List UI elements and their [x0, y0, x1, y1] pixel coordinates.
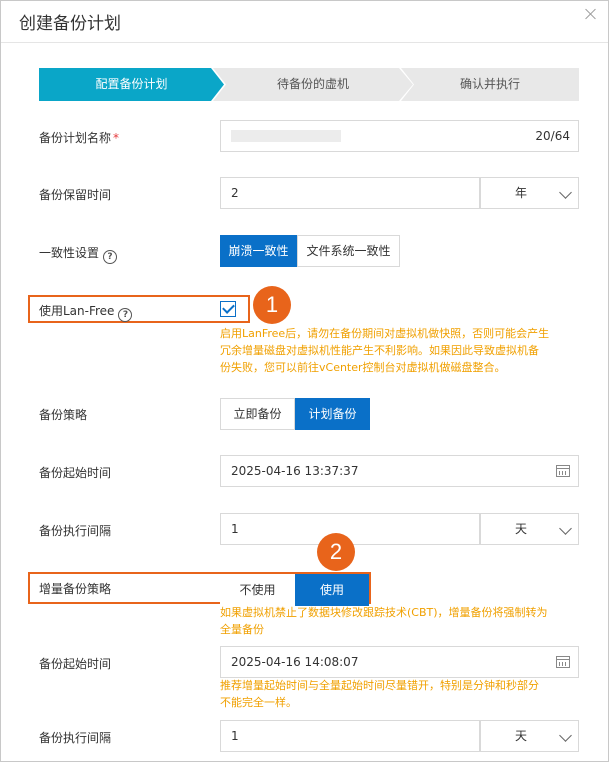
plan-name-value-redacted	[231, 130, 341, 142]
start-time-input[interactable]: 2025-04-16 13:37:37	[220, 455, 579, 487]
lanfree-warning: 启用LanFree后，请勿在备份期间对虚拟机做快照，否则可能会产生 冗余增量磁盘…	[220, 325, 549, 376]
fs-consistency-button[interactable]: 文件系统一致性	[297, 235, 400, 267]
inc-interval-unit-value: 天	[515, 729, 528, 743]
inc-start-time-value: 2025-04-16 14:08:07	[231, 655, 359, 669]
incremental-warning-line: 全量备份	[220, 623, 264, 636]
consistency-label-text: 一致性设置	[39, 246, 100, 260]
inc-start-time-input[interactable]: 2025-04-16 14:08:07	[220, 646, 579, 678]
annotation-badge-2: 2	[317, 533, 355, 571]
inc-start-time-label: 备份起始时间	[39, 657, 112, 671]
retention-input[interactable]: 2	[220, 177, 480, 209]
plan-name-label-text: 备份计划名称	[39, 131, 112, 145]
retention-unit-select[interactable]: 年	[480, 177, 579, 209]
chevron-down-icon	[559, 729, 572, 742]
chevron-down-icon	[559, 522, 572, 535]
retention-unit-value: 年	[515, 186, 528, 200]
inc-start-warning-line: 不能完全一样。	[220, 696, 297, 709]
interval-label: 备份执行间隔	[39, 524, 112, 538]
dialog-title: 创建备份计划	[19, 14, 121, 34]
incremental-on-button[interactable]: 使用	[295, 574, 369, 606]
step-confirm: 确认并执行	[401, 68, 579, 101]
lanfree-warning-line: 启用LanFree后，请勿在备份期间对虚拟机做快照，否则可能会产生	[220, 327, 550, 340]
calendar-icon[interactable]	[556, 656, 570, 668]
incremental-off-button[interactable]: 不使用	[220, 574, 295, 606]
consistency-label: 一致性设置?	[39, 244, 118, 264]
lanfree-warning-line: 份失败，您可以前往vCenter控制台对虚拟机做磁盘整合。	[220, 361, 506, 374]
calendar-icon[interactable]	[556, 465, 570, 477]
retention-label: 备份保留时间	[39, 188, 112, 202]
crash-consistency-button[interactable]: 崩溃一致性	[220, 235, 297, 267]
incremental-warning: 如果虚拟机禁止了数据块修改跟踪技术(CBT)，增量备份将强制转为 全量备份	[220, 604, 548, 638]
plan-name-input[interactable]: 20/64	[220, 120, 579, 152]
chevron-down-icon	[559, 186, 572, 199]
steps-bar: 配置备份计划 待备份的虚机 确认并执行	[39, 68, 579, 101]
annotation-badge-1: 1	[253, 286, 291, 324]
lanfree-label-text: 使用Lan-Free	[39, 304, 115, 318]
header-divider	[1, 42, 608, 43]
strategy-label: 备份策略	[39, 408, 88, 422]
inc-interval-input[interactable]: 1	[220, 720, 480, 752]
step-select-vms: 待备份的虚机	[213, 68, 413, 101]
start-time-value: 2025-04-16 13:37:37	[231, 464, 359, 478]
step-configure: 配置备份计划	[39, 68, 224, 101]
create-backup-plan-dialog: 创建备份计划 配置备份计划 待备份的虚机 确认并执行 备份计划名称 * 20/64…	[0, 0, 609, 762]
incremental-label: 增量备份策略	[39, 582, 112, 596]
inc-start-time-warning: 推荐增量起始时间与全量起始时间尽量错开，特别是分钟和秒部分 不能完全一样。	[220, 677, 539, 711]
inc-interval-label: 备份执行间隔	[39, 731, 112, 745]
plan-name-label: 备份计划名称 *	[39, 129, 119, 146]
required-mark: *	[113, 131, 120, 145]
interval-unit-select[interactable]: 天	[480, 513, 579, 545]
lanfree-label: 使用Lan-Free?	[39, 302, 133, 322]
char-counter: 20/64	[535, 129, 570, 143]
help-icon[interactable]: ?	[118, 308, 133, 322]
inc-interval-unit-select[interactable]: 天	[480, 720, 579, 752]
close-icon[interactable]	[584, 7, 598, 21]
immediate-backup-button[interactable]: 立即备份	[220, 398, 295, 430]
inc-start-warning-line: 推荐增量起始时间与全量起始时间尽量错开，特别是分钟和秒部分	[220, 679, 539, 692]
help-icon[interactable]: ?	[103, 250, 118, 264]
start-time-label: 备份起始时间	[39, 466, 112, 480]
lanfree-checkbox[interactable]	[220, 301, 236, 317]
scheduled-backup-button[interactable]: 计划备份	[295, 398, 370, 430]
interval-unit-value: 天	[515, 522, 528, 536]
incremental-warning-line: 如果虚拟机禁止了数据块修改跟踪技术(CBT)，增量备份将强制转为	[220, 606, 548, 619]
lanfree-warning-line: 冗余增量磁盘对虚拟机性能产生不利影响。如果因此导致虚拟机备	[220, 344, 539, 357]
